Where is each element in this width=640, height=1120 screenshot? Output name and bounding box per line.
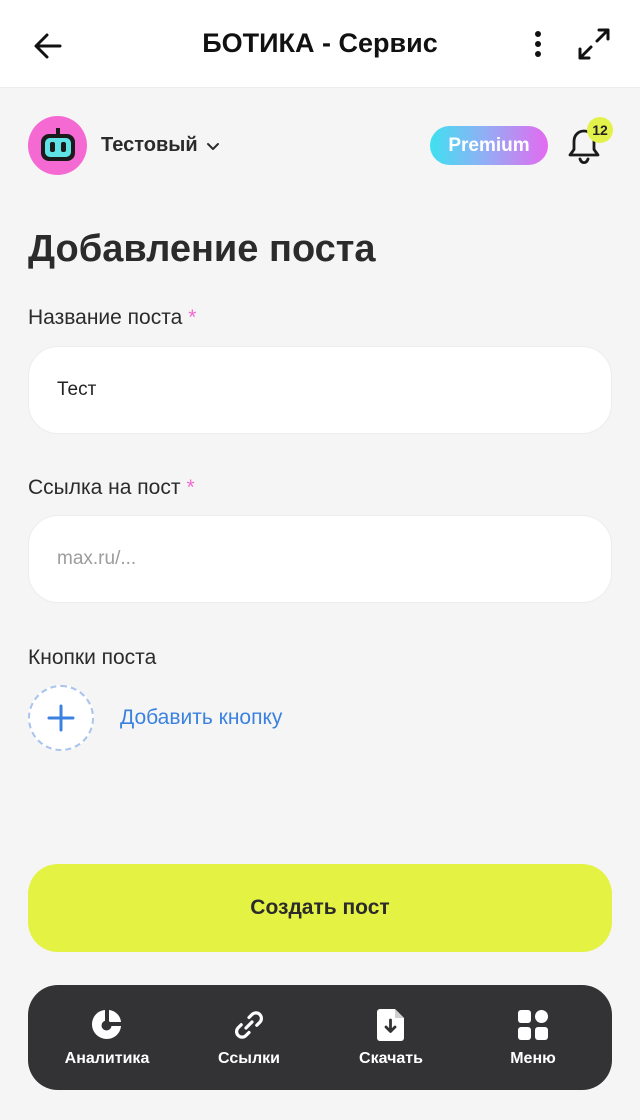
nav-label: Скачать xyxy=(359,1049,423,1067)
notification-count-badge: 12 xyxy=(587,117,613,143)
pie-chart-icon xyxy=(90,1008,124,1042)
post-link-label-text: Ссылка на пост xyxy=(28,476,181,499)
add-button-circle[interactable] xyxy=(28,685,94,751)
add-button-link[interactable]: Добавить кнопку xyxy=(120,706,282,730)
post-link-input[interactable] xyxy=(57,548,611,570)
expand-icon[interactable] xyxy=(574,26,614,62)
profile-selector[interactable]: Тестовый xyxy=(28,116,220,175)
post-name-label-text: Название поста xyxy=(28,306,183,329)
link-icon xyxy=(232,1008,266,1042)
plus-icon xyxy=(47,704,75,732)
post-link-field[interactable] xyxy=(28,515,612,603)
post-name-input[interactable] xyxy=(57,379,611,401)
nav-label: Ссылки xyxy=(218,1049,280,1067)
nav-item-download[interactable]: Скачать xyxy=(326,1008,456,1068)
post-name-field[interactable] xyxy=(28,346,612,434)
nav-item-menu[interactable]: Меню xyxy=(468,1008,598,1068)
more-vertical-icon[interactable] xyxy=(520,26,556,62)
profile-name: Тестовый xyxy=(101,134,198,156)
create-post-button[interactable]: Создать пост xyxy=(28,864,612,952)
post-name-label: Название поста * xyxy=(28,306,196,330)
bottom-nav: Аналитика Ссылки Скачать Меню xyxy=(28,985,612,1090)
avatar xyxy=(28,116,87,175)
nav-label: Меню xyxy=(510,1049,556,1067)
nav-item-links[interactable]: Ссылки xyxy=(184,1008,314,1068)
grid-menu-icon xyxy=(517,1008,549,1042)
page-title: Добавление поста xyxy=(28,228,376,270)
top-bar: БОТИКА - Сервис xyxy=(0,0,640,88)
download-file-icon xyxy=(376,1008,406,1042)
post-link-label: Ссылка на пост * xyxy=(28,476,195,500)
premium-badge[interactable]: Premium xyxy=(430,126,548,165)
chevron-down-icon xyxy=(206,139,220,157)
required-mark: * xyxy=(186,476,195,499)
post-buttons-label: Кнопки поста xyxy=(28,646,157,669)
nav-item-analytics[interactable]: Аналитика xyxy=(42,1008,172,1068)
required-mark: * xyxy=(188,306,197,329)
robot-icon xyxy=(40,127,75,161)
nav-label: Аналитика xyxy=(64,1049,150,1067)
